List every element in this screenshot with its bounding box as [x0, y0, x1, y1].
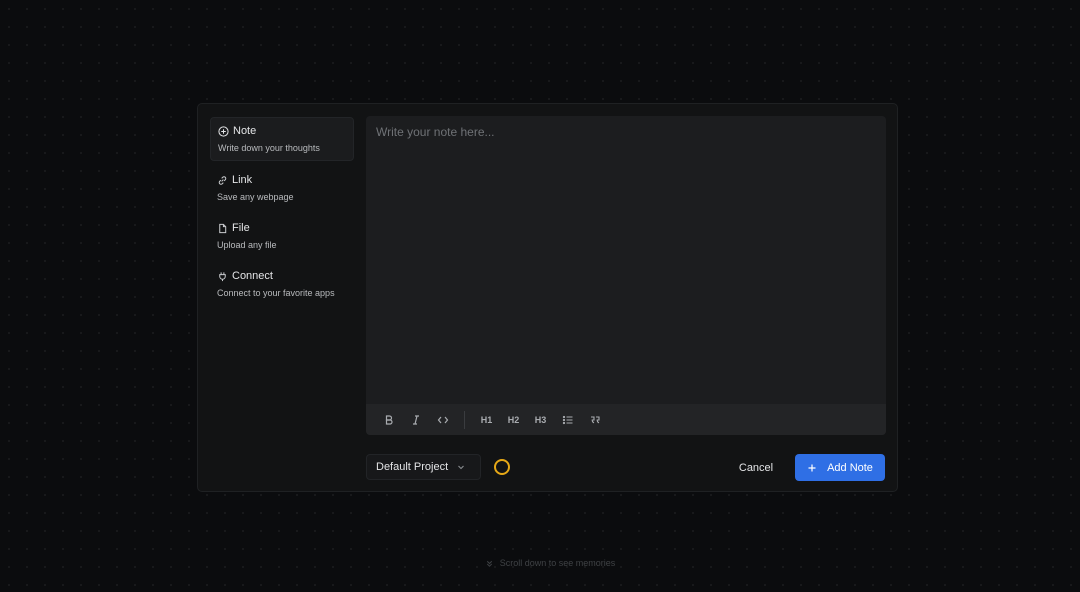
file-icon [219, 223, 227, 233]
sidebar-item-label: Note [233, 125, 257, 137]
dialog-footer-left: Default Project [366, 454, 510, 480]
heading-1-button[interactable]: H1 [473, 410, 500, 430]
project-select[interactable]: Default Project [366, 454, 481, 480]
formatting-toolbar: H1 H2 H3 [366, 404, 886, 435]
scroll-hint-text: Scroll down to see memories [499, 558, 616, 568]
code-button[interactable] [429, 410, 456, 430]
heading-2-button[interactable]: H2 [500, 410, 527, 430]
sidebar-item-link[interactable]: Link Save any webpage [210, 167, 354, 209]
bullet-list-button[interactable] [554, 410, 581, 430]
cancel-button[interactable]: Cancel [728, 458, 784, 478]
quote-icon [590, 415, 600, 423]
sidebar-item-description: Save any webpage [217, 192, 294, 202]
chevrons-down-icon [486, 560, 492, 567]
code-icon [437, 416, 448, 423]
heading-2-icon: H2 [507, 414, 520, 425]
italic-icon [412, 414, 419, 425]
scroll-hint: Scroll down to see memories [0, 558, 1080, 568]
plus-icon [808, 464, 816, 471]
sidebar-item-file[interactable]: File Upload any file [210, 215, 354, 257]
note-input[interactable] [366, 116, 886, 404]
note-editor: H1 H2 H3 [366, 116, 886, 435]
add-memory-dialog: Note Write down your thoughts Link Save … [197, 103, 898, 492]
sidebar-item-label: Link [232, 174, 253, 186]
heading-3-icon: H3 [534, 414, 547, 425]
sidebar-item-connect[interactable]: Connect Connect to your favorite apps [210, 263, 354, 305]
heading-1-icon: H1 [480, 414, 493, 425]
bold-button[interactable] [375, 410, 402, 430]
add-note-label: Add Note [827, 461, 873, 474]
add-note-button[interactable]: Add Note [795, 454, 885, 481]
bullet-list-icon [562, 415, 572, 424]
sidebar-item-label: Connect [232, 270, 273, 282]
note-icon [218, 125, 229, 137]
sidebar-item-description: Write down your thoughts [218, 143, 320, 153]
sidebar-item-description: Connect to your favorite apps [217, 288, 335, 298]
italic-button[interactable] [402, 410, 429, 430]
loading-spinner [494, 459, 510, 475]
link-icon [218, 175, 227, 185]
sidebar-item-label: File [232, 222, 250, 234]
type-sidebar: Note Write down your thoughts Link Save … [210, 117, 354, 311]
plug-icon [219, 271, 226, 281]
quote-button[interactable] [581, 410, 608, 430]
toolbar-divider [464, 410, 465, 429]
chevron-down-icon [458, 465, 465, 470]
bold-icon [385, 414, 393, 425]
project-select-value: Default Project [376, 461, 449, 473]
sidebar-item-note[interactable]: Note Write down your thoughts [210, 117, 354, 161]
heading-3-button[interactable]: H3 [527, 410, 554, 430]
sidebar-item-description: Upload any file [217, 240, 277, 250]
